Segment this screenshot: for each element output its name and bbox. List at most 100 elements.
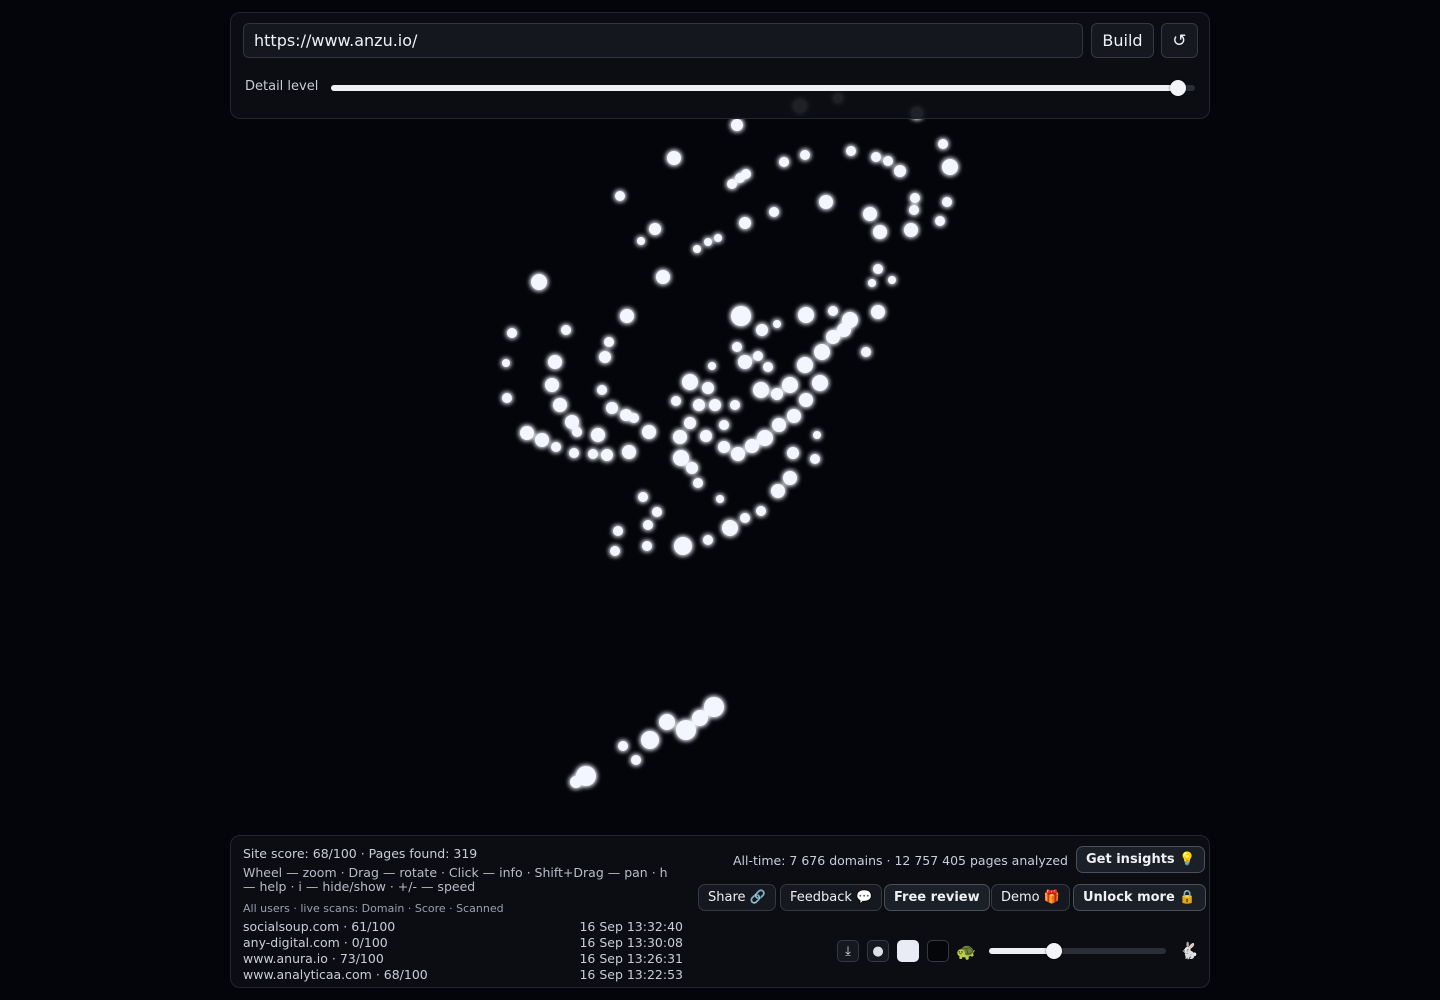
graph-node[interactable]	[798, 307, 814, 323]
graph-node[interactable]	[684, 417, 696, 429]
graph-node[interactable]	[692, 710, 708, 726]
graph-node[interactable]	[812, 375, 828, 391]
graph-node[interactable]	[601, 449, 613, 461]
get-insights-button[interactable]: Get insights 💡	[1076, 846, 1206, 873]
list-item[interactable]: www.anura.io · 73/100 16 Sep 13:26:31	[243, 951, 683, 967]
graph-node[interactable]	[753, 351, 763, 361]
dark-theme-button[interactable]	[927, 940, 949, 962]
graph-node[interactable]	[604, 337, 614, 347]
graph-node[interactable]	[837, 323, 851, 337]
graph-node[interactable]	[708, 362, 716, 370]
graph-node[interactable]	[938, 139, 948, 149]
graph-node[interactable]	[909, 205, 919, 215]
graph-node[interactable]	[704, 697, 724, 717]
url-input[interactable]	[243, 23, 1083, 58]
graph-node[interactable]	[631, 755, 641, 765]
graph-node[interactable]	[718, 441, 730, 453]
graph-node[interactable]	[572, 427, 582, 437]
graph-node[interactable]	[642, 425, 656, 439]
build-button[interactable]: Build	[1091, 23, 1154, 58]
graph-node[interactable]	[591, 428, 605, 442]
graph-node[interactable]	[643, 520, 653, 530]
graph-node[interactable]	[622, 445, 636, 459]
graph-node[interactable]	[727, 179, 737, 189]
graph-node[interactable]	[828, 306, 838, 316]
graph-node[interactable]	[942, 197, 952, 207]
graph-node[interactable]	[722, 520, 738, 536]
graph-node[interactable]	[637, 237, 645, 245]
download-icon[interactable]: ⤓	[837, 940, 859, 962]
graph-node[interactable]	[800, 150, 810, 160]
graph-node[interactable]	[740, 513, 750, 523]
graph-node[interactable]	[771, 388, 783, 400]
light-theme-button[interactable]	[897, 940, 919, 962]
graph-node[interactable]	[520, 426, 534, 440]
graph-node[interactable]	[814, 344, 830, 360]
graph-node[interactable]	[553, 398, 567, 412]
graph-node[interactable]	[620, 309, 634, 323]
list-item[interactable]: any-digital.com · 0/100 16 Sep 13:30:08	[243, 935, 683, 951]
graph-node[interactable]	[599, 351, 611, 363]
graph-node[interactable]	[888, 276, 896, 284]
graph-node[interactable]	[649, 223, 661, 235]
graph-node[interactable]	[610, 546, 620, 556]
graph-node[interactable]	[704, 238, 712, 246]
graph-node[interactable]	[935, 216, 945, 226]
demo-button[interactable]: Demo 🎁	[991, 884, 1070, 911]
graph-node[interactable]	[745, 439, 759, 453]
graph-node[interactable]	[779, 157, 789, 167]
refresh-icon[interactable]: ↺	[1161, 23, 1198, 58]
feedback-button[interactable]: Feedback 💬	[780, 884, 883, 911]
graph-node[interactable]	[871, 305, 885, 319]
graph-node[interactable]	[769, 207, 779, 217]
graph-node[interactable]	[588, 449, 598, 459]
graph-node[interactable]	[731, 447, 745, 461]
graph-node[interactable]	[673, 430, 687, 444]
graph-node[interactable]	[719, 420, 729, 430]
graph-node[interactable]	[641, 731, 659, 749]
graph-node[interactable]	[873, 264, 883, 274]
graph-node[interactable]	[569, 448, 579, 458]
graph-node[interactable]	[782, 377, 798, 393]
graph-node[interactable]	[846, 146, 856, 156]
graph-node[interactable]	[531, 274, 547, 290]
graph-node[interactable]	[659, 714, 675, 730]
graph-node[interactable]	[714, 234, 722, 242]
graph-node[interactable]	[502, 393, 512, 403]
graph-node[interactable]	[819, 195, 833, 209]
graph-node[interactable]	[597, 385, 607, 395]
graph-node[interactable]	[693, 399, 705, 411]
graph-node[interactable]	[700, 430, 712, 442]
graph-node[interactable]	[763, 362, 773, 372]
list-item[interactable]: www.analyticaa.com · 68/100 16 Sep 13:22…	[243, 967, 683, 983]
graph-node[interactable]	[799, 393, 813, 407]
graph-node[interactable]	[757, 430, 773, 446]
graph-node[interactable]	[787, 409, 801, 423]
graph-node[interactable]	[642, 541, 652, 551]
graph-node[interactable]	[613, 526, 623, 536]
graph-node[interactable]	[507, 328, 517, 338]
graph-node[interactable]	[738, 355, 752, 369]
graph-node[interactable]	[873, 225, 887, 239]
graph-node[interactable]	[787, 447, 799, 459]
graph-node[interactable]	[673, 450, 689, 466]
graph-node[interactable]	[693, 245, 701, 253]
graph-node[interactable]	[756, 324, 768, 336]
graph-node[interactable]	[771, 484, 785, 498]
graph-node[interactable]	[730, 400, 740, 410]
graph-node[interactable]	[883, 156, 893, 166]
graph-node[interactable]	[942, 159, 958, 175]
graph-node[interactable]	[686, 462, 698, 474]
graph-node[interactable]	[753, 382, 769, 398]
unlock-more-button[interactable]: Unlock more 🔒	[1073, 884, 1206, 911]
graph-node[interactable]	[863, 207, 877, 221]
graph-node[interactable]	[797, 357, 813, 373]
share-button[interactable]: Share 🔗	[698, 884, 776, 911]
graph-node[interactable]	[904, 223, 918, 237]
graph-node[interactable]	[731, 119, 743, 131]
list-item[interactable]: socialsoup.com · 61/100 16 Sep 13:32:40	[243, 919, 683, 935]
graph-node[interactable]	[731, 306, 751, 326]
graph-node[interactable]	[615, 191, 625, 201]
graph-node[interactable]	[773, 320, 781, 328]
graph-node[interactable]	[682, 374, 698, 390]
